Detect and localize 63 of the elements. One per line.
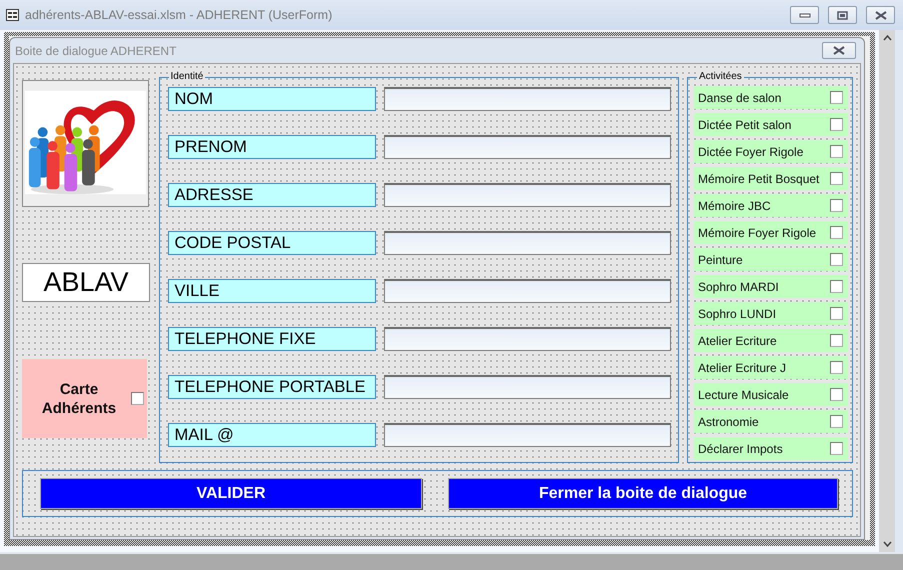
activity-label: Lecture Musicale — [698, 388, 789, 402]
activity-label: Peinture — [698, 252, 743, 266]
field-label: MAIL @ — [168, 423, 376, 447]
field-label: NOM — [168, 87, 376, 111]
checkbox[interactable] — [830, 253, 843, 266]
checkbox[interactable] — [830, 388, 843, 401]
field-label: TELEPHONE FIXE — [168, 327, 376, 351]
input-field[interactable] — [384, 279, 670, 303]
scrollbar[interactable] — [879, 30, 895, 552]
field-label: CODE POSTAL — [168, 231, 376, 255]
input-field[interactable] — [384, 135, 670, 159]
maximize-icon — [837, 10, 848, 20]
activity-label: Dictée Foyer Rigole — [698, 144, 804, 158]
close-button[interactable] — [866, 6, 895, 24]
scroll-up-icon[interactable] — [882, 34, 892, 42]
checkbox[interactable] — [830, 118, 843, 131]
close-button[interactable] — [822, 42, 856, 59]
checkbox[interactable] — [830, 280, 843, 293]
checkbox[interactable] — [830, 442, 843, 455]
activity-label: Mémoire JBC — [698, 198, 771, 212]
checkbox[interactable] — [830, 307, 843, 320]
activity-label: Sophro MARDI — [698, 280, 779, 294]
field-label: ADRESSE — [168, 183, 376, 207]
minimize-button[interactable] — [790, 6, 819, 24]
scroll-down-icon[interactable] — [882, 540, 892, 548]
input-field[interactable] — [384, 423, 670, 447]
activity-label: Atelier Ecriture J — [698, 360, 786, 374]
organization-name: ABLAV — [22, 263, 150, 302]
checkbox[interactable] — [830, 91, 843, 104]
activity-label: Atelier Ecriture — [698, 334, 777, 348]
checkbox[interactable] — [131, 392, 144, 405]
input-field[interactable] — [384, 87, 670, 111]
close-icon — [874, 10, 886, 20]
input-field[interactable] — [384, 327, 670, 351]
maximize-button[interactable] — [828, 6, 857, 24]
activity-label: Mémoire Petit Bosquet — [698, 172, 820, 186]
close-dialog-button[interactable]: Fermer la boite de dialogue — [448, 478, 838, 509]
activity-label: Sophro LUNDI — [698, 306, 776, 320]
input-field[interactable] — [384, 231, 670, 255]
checkbox[interactable] — [830, 334, 843, 347]
member-card-label: Carte Adhérents — [40, 380, 118, 418]
activity-label: Danse de salon — [698, 90, 782, 104]
checkbox[interactable] — [830, 145, 843, 158]
activity-label: Dictée Petit salon — [698, 118, 792, 132]
close-icon — [833, 46, 845, 55]
activity-label: Déclarer Impots — [698, 442, 783, 456]
activity-label: Astronomie — [698, 414, 759, 428]
input-field[interactable] — [384, 183, 670, 207]
input-field[interactable] — [384, 375, 670, 399]
window-title: adhérents-ABLAV-essai.xlsm - ADHERENT (UserForm) — [25, 8, 334, 22]
field-label: TELEPHONE PORTABLE — [168, 375, 376, 399]
dialog-title: Boite de dialogue ADHERENT — [15, 44, 176, 58]
checkbox[interactable] — [830, 172, 843, 185]
activity-label: Mémoire Foyer Rigole — [698, 226, 816, 240]
validate-button[interactable]: VALIDER — [40, 478, 422, 509]
minimize-icon — [798, 11, 810, 19]
checkbox[interactable] — [830, 226, 843, 239]
checkbox[interactable] — [830, 361, 843, 374]
checkbox[interactable] — [830, 199, 843, 212]
checkbox[interactable] — [830, 415, 843, 428]
field-label: VILLE — [168, 279, 376, 303]
form-icon — [6, 9, 19, 21]
field-label: PRENOM — [168, 135, 376, 159]
